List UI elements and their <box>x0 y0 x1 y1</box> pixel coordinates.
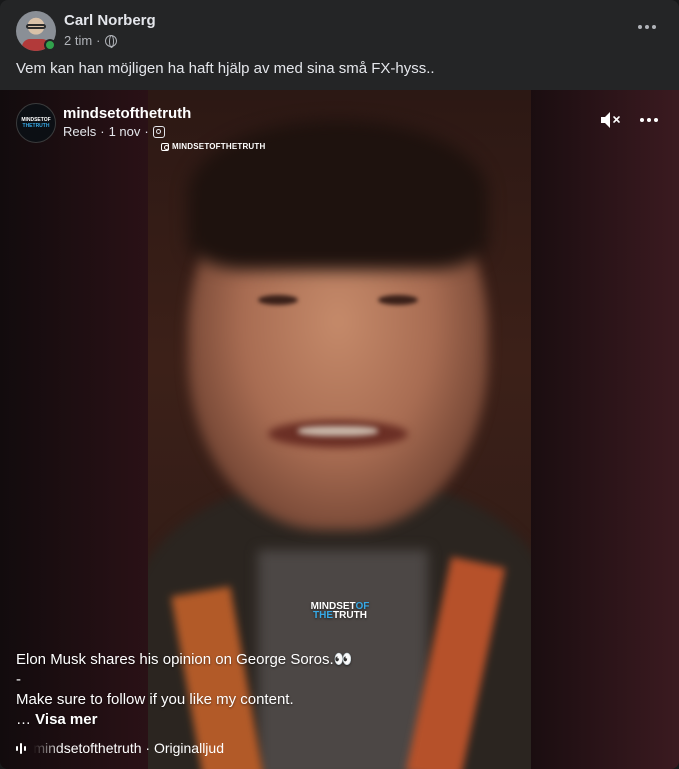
meta-separator: · <box>144 124 149 139</box>
post-card: Carl Norberg 2 tim · Vem kan han möjlige… <box>0 0 679 769</box>
logo-truth: TRUTH <box>333 610 367 621</box>
video-watermark: MINDSETOFTHETRUTH <box>161 142 265 151</box>
reel-more-button[interactable] <box>637 110 661 130</box>
instagram-icon <box>161 142 169 151</box>
caption-line-4: … Visa mer <box>16 710 436 730</box>
audio-row[interactable]: mindsetofthetruth · Originalljud <box>16 738 224 758</box>
meta-separator: · <box>100 124 105 139</box>
online-status-icon <box>44 39 56 51</box>
watermark-text: MINDSETOFTHETRUTH <box>172 142 266 151</box>
caption-line-3: Make sure to follow if you like my conte… <box>16 691 294 708</box>
audio-wave-icon <box>16 741 27 755</box>
speaker-muted-icon <box>601 112 620 128</box>
meta-separator: · <box>96 33 101 48</box>
page-avatar[interactable]: MINDSETOF THETRUTH <box>16 103 56 143</box>
post-header: Carl Norberg 2 tim · <box>16 11 663 51</box>
caption-line-2: - <box>16 671 21 688</box>
instagram-icon <box>152 125 165 138</box>
reel-type[interactable]: Reels <box>63 124 96 139</box>
caption-ellipsis: … <box>16 711 36 728</box>
reel-meta: Reels · 1 nov · <box>63 124 165 139</box>
caption-line-1: Elon Musk shares his opinion on George S… <box>16 651 353 668</box>
dot-icon <box>645 25 649 29</box>
mute-button[interactable] <box>599 109 623 131</box>
video-logo: MINDSETOF THETRUTH <box>310 602 370 621</box>
reel-header: MINDSETOF THETRUTH mindsetofthetruth Ree… <box>16 103 663 143</box>
dot-icon <box>640 118 644 122</box>
dot-icon <box>638 25 642 29</box>
reel-caption: Elon Musk shares his opinion on George S… <box>16 650 436 730</box>
post-text: Vem kan han möjligen ha haft hjälp av me… <box>16 60 435 77</box>
reel-player[interactable]: MINDSETOFTHETRUTH MINDSETOF THETRUTH MIN… <box>0 90 679 769</box>
author-name[interactable]: Carl Norberg <box>64 12 156 29</box>
post-more-button[interactable] <box>633 17 661 37</box>
avatar-glasses <box>26 24 46 29</box>
audio-text[interactable]: mindsetofthetruth · Originalljud <box>33 740 224 756</box>
post-meta: 2 tim · <box>64 33 117 48</box>
video-eyes <box>258 295 418 315</box>
logo-the: THE <box>313 610 334 621</box>
dot-icon <box>647 118 651 122</box>
post-time[interactable]: 2 tim <box>64 33 92 48</box>
see-more-link[interactable]: Visa mer <box>35 711 97 728</box>
reel-date[interactable]: 1 nov <box>109 124 141 139</box>
video-teeth <box>298 426 378 436</box>
page-avatar-line2: THETRUTH <box>22 123 50 129</box>
globe-icon <box>104 34 117 48</box>
dot-icon <box>654 118 658 122</box>
page-name[interactable]: mindsetofthetruth <box>63 105 191 122</box>
dot-icon <box>652 25 656 29</box>
